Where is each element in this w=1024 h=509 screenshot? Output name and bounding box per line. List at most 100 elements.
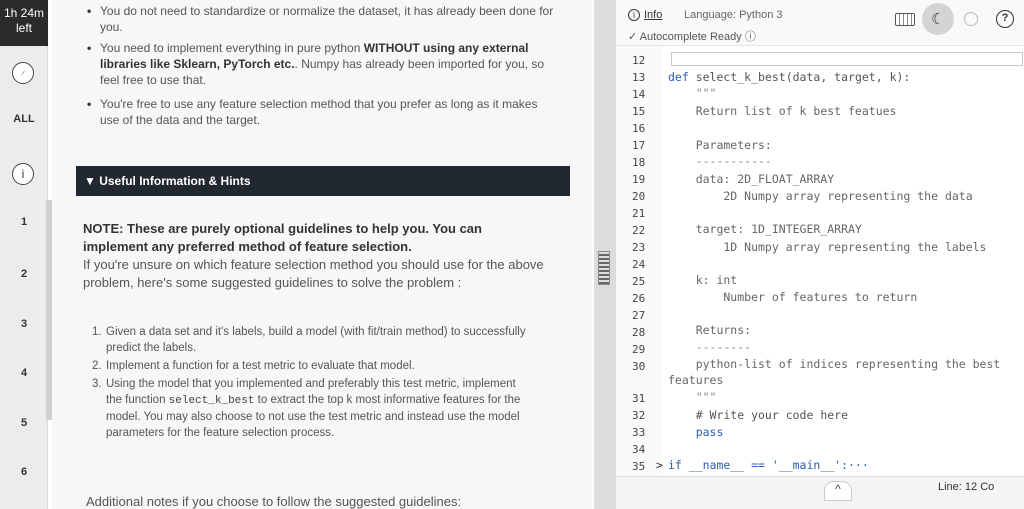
- reset-code-button[interactable]: [958, 6, 984, 32]
- chevron-up-icon[interactable]: ^: [824, 481, 852, 501]
- bullet-text: You're free to use any feature selection…: [100, 97, 538, 111]
- guideline-step: 3. Using the model that you implemented …: [92, 376, 562, 441]
- code-line[interactable]: target: 1D_INTEGER_ARRAY: [668, 222, 862, 236]
- bullet-normalization: • You do not need to standardize or norm…: [87, 3, 570, 35]
- code-line[interactable]: Parameters:: [668, 138, 772, 152]
- keyboard-shortcuts-button[interactable]: [892, 6, 918, 32]
- code-line[interactable]: """: [668, 390, 717, 404]
- line-number: 35: [632, 460, 646, 473]
- editor-toolbar: i Info Language: Python 3 ✓ Autocomplete…: [616, 0, 1024, 46]
- step-text: predict the labels.: [106, 342, 197, 354]
- code-line[interactable]: python-list of indices representing the …: [668, 357, 1001, 371]
- code-line[interactable]: data: 2D_FLOAT_ARRAY: [668, 172, 834, 186]
- step-text: Given a data set and it's labels, build …: [106, 326, 526, 338]
- line-number: 33: [632, 426, 646, 439]
- step-text: model. You may also choose to not use th…: [106, 411, 520, 423]
- line-number: 28: [632, 326, 646, 339]
- step-text: parameters for the feature selection pro…: [106, 427, 335, 439]
- keyboard-icon: [895, 12, 915, 26]
- bullet-text: you.: [100, 20, 123, 34]
- theme-toggle-button[interactable]: ☾: [922, 3, 954, 35]
- guideline-step: 1. Given a data set and it's labels, bui…: [92, 324, 562, 356]
- language-selector[interactable]: Language: Python 3: [684, 9, 782, 21]
- problem-statement: • You do not need to standardize or norm…: [52, 0, 592, 509]
- line-number: 26: [632, 292, 646, 305]
- code-line[interactable]: Return list of k best featues: [668, 104, 897, 118]
- step-text: to extract the top k most informative fe…: [254, 394, 521, 406]
- all-questions-tab[interactable]: ALL: [0, 113, 48, 125]
- code-line-wrap[interactable]: features: [668, 373, 723, 387]
- help-button[interactable]: ?: [992, 6, 1018, 32]
- line-number: 32: [632, 409, 646, 422]
- bullet-text: use of the data and the target.: [100, 113, 261, 127]
- step-text: Using the model that you implemented and…: [106, 378, 516, 390]
- guideline-step: 2. Implement a function for a test metri…: [92, 358, 562, 374]
- line-number: 13: [632, 71, 646, 84]
- line-number: 20: [632, 190, 646, 203]
- line-number: 25: [632, 275, 646, 288]
- code-line[interactable]: """: [668, 86, 717, 100]
- code-line[interactable]: -----------: [668, 154, 772, 168]
- additional-notes-heading: Additional notes if you choose to follow…: [86, 494, 462, 509]
- code-line[interactable]: Returns:: [668, 323, 751, 337]
- note-line: If you're unsure on which feature select…: [83, 257, 544, 272]
- code-line[interactable]: def select_k_best(data, target, k):: [668, 70, 910, 84]
- line-number: 29: [632, 343, 646, 356]
- timer-suffix: left: [15, 21, 32, 35]
- code-keyword: def: [668, 70, 689, 84]
- code-line[interactable]: 1D Numpy array representing the labels: [668, 240, 986, 254]
- step-number: 2.: [92, 360, 102, 372]
- timer-value: 1h 24m: [3, 6, 45, 20]
- line-number: 14: [632, 88, 646, 101]
- refresh-icon: [964, 12, 978, 26]
- question-5[interactable]: 5: [0, 417, 48, 429]
- line-number: 18: [632, 156, 646, 169]
- code-line[interactable]: pass: [668, 425, 724, 439]
- line-number: 34: [632, 443, 646, 456]
- bullet-bold-text: WITHOUT using any external: [363, 41, 529, 55]
- step-text: Implement a function for a test metric t…: [106, 360, 415, 372]
- hints-section-toggle[interactable]: ▼ Useful Information & Hints: [76, 166, 570, 196]
- autocomplete-status: ✓ Autocomplete Ready ⓘ: [628, 31, 756, 43]
- compass-icon[interactable]: [12, 62, 34, 84]
- cursor-position: Line: 12 Co: [938, 481, 995, 493]
- bullet-bold-text: libraries like Sklearn, PyTorch etc.: [100, 57, 295, 71]
- line-number: 31: [632, 392, 646, 405]
- question-4[interactable]: 4: [0, 367, 48, 379]
- step-text: the function: [106, 394, 169, 406]
- code-line[interactable]: k: int: [668, 273, 738, 287]
- bullet-text: . Numpy has already been imported for yo…: [294, 57, 545, 71]
- question-6[interactable]: 6: [0, 466, 48, 478]
- language-value[interactable]: Python 3: [739, 9, 782, 21]
- code-line[interactable]: 2D Numpy array representing the data: [668, 189, 972, 203]
- bullet-text: feel free to use that.: [100, 73, 207, 87]
- info-circle-icon: i: [628, 9, 640, 21]
- step-number: 3.: [92, 378, 102, 390]
- line-number: 16: [632, 122, 646, 135]
- code-line[interactable]: Number of features to return: [668, 290, 917, 304]
- info-icon[interactable]: i: [12, 163, 34, 185]
- line-number: 22: [632, 224, 646, 237]
- code-line[interactable]: if __name__ == '__main__':···: [668, 458, 869, 472]
- question-rail: 1h 24m left ALL i 1 2 3 4 5 6: [0, 0, 52, 509]
- bullet-method-choice: • You're free to use any feature selecti…: [87, 96, 570, 128]
- note-bold-line: implement any preferred method of featur…: [83, 239, 412, 254]
- line-number: 19: [632, 173, 646, 186]
- question-3[interactable]: 3: [0, 318, 48, 330]
- info-label[interactable]: Info: [644, 9, 662, 21]
- fold-toggle[interactable]: >: [656, 458, 663, 472]
- language-label: Language:: [684, 9, 736, 21]
- info-link[interactable]: i Info: [628, 9, 662, 21]
- code-line[interactable]: --------: [668, 340, 751, 354]
- code-line-input[interactable]: [671, 52, 1023, 66]
- splitter-grip-handle[interactable]: [598, 251, 610, 285]
- question-1[interactable]: 1: [0, 216, 48, 228]
- note-line: problem, here's some suggested guideline…: [83, 275, 462, 290]
- code-line[interactable]: # Write your code here: [668, 408, 848, 422]
- line-number: 24: [632, 258, 646, 271]
- step-number: 1.: [92, 326, 102, 338]
- question-2[interactable]: 2: [0, 268, 48, 280]
- bullet-dot: •: [87, 97, 92, 111]
- line-number: 12: [632, 54, 646, 67]
- bullet-dot: •: [87, 4, 92, 18]
